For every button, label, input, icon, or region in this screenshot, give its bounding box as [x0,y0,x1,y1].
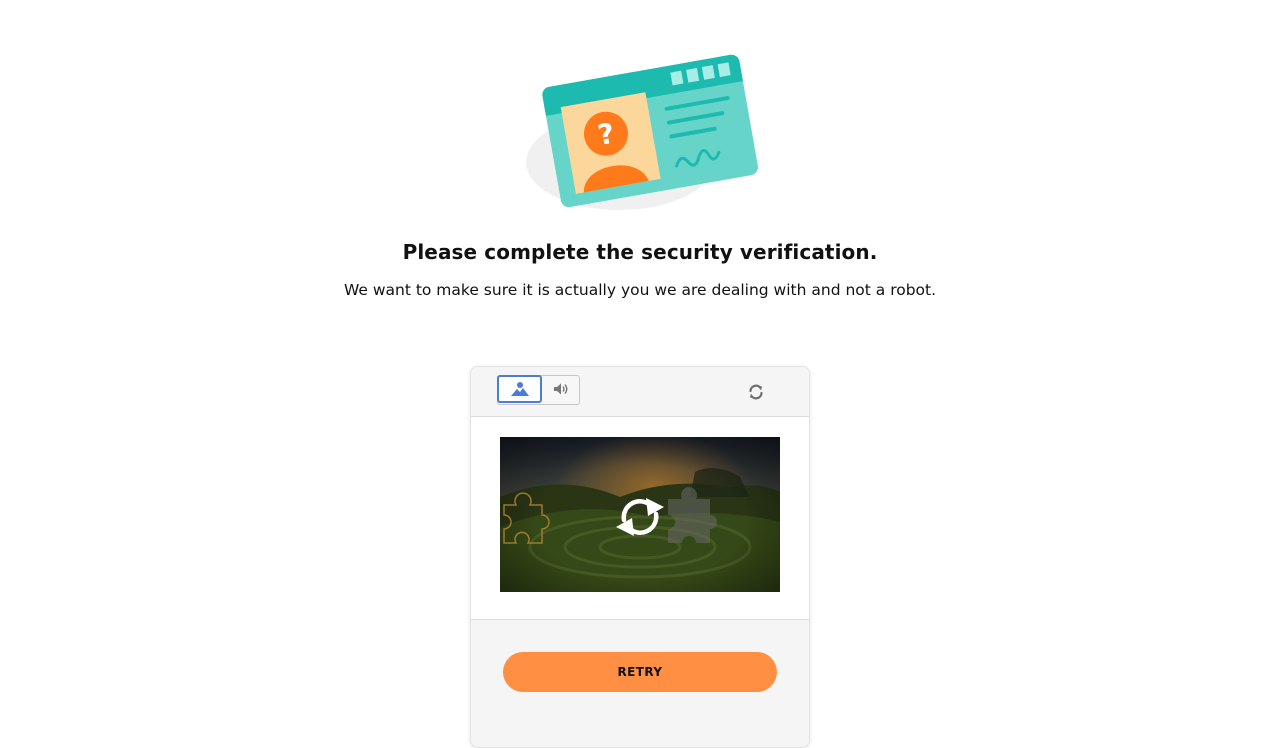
image-challenge-button[interactable] [497,375,542,403]
captcha-toolbar [471,367,809,417]
captcha-footer: RETRY [471,619,809,747]
challenge-mode-toggle [497,375,580,405]
refresh-icon [749,384,763,400]
speaker-icon [553,383,567,395]
page-subtitle: We want to make sure it is actually you … [343,281,937,299]
id-card-illustration: ? [526,54,758,210]
unknown-person-icon: ? [560,92,661,194]
image-icon [510,382,529,396]
puzzle-image[interactable] [500,437,780,592]
retry-button[interactable]: RETRY [503,652,777,692]
refresh-button[interactable] [745,381,767,403]
page-title: Please complete the security verificatio… [402,240,878,264]
captcha-widget: RETRY [470,366,810,748]
id-card: ? [542,54,758,208]
audio-challenge-button[interactable] [542,375,579,403]
